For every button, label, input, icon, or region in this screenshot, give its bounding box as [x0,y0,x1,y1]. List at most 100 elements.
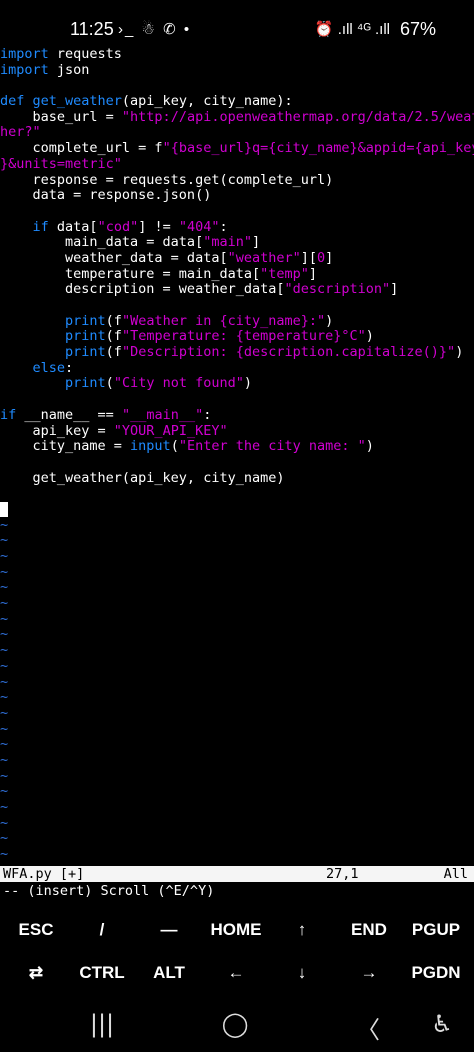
code-line[interactable]: main_data = data["main"] [0,235,474,251]
empty-line-tilde: ~ [0,549,9,564]
key-1[interactable]: CTRL [69,951,135,995]
code-line[interactable]: print("City not found") [0,376,474,392]
empty-line-tilde: ~ [0,737,9,753]
code-line[interactable]: import json [0,63,474,79]
code-token: "Enter the city name: " [178,439,366,455]
code-token: (api_key, city_name): [121,94,293,110]
code-token: import [0,62,49,78]
home-icon[interactable]: ◯ [205,1010,265,1038]
code-token: ) [365,439,374,455]
code-token: ) [325,313,334,329]
code-line[interactable] [0,501,474,518]
empty-line-tilde: ~ [0,752,9,768]
code-line[interactable]: complete_url = f"{base_url}q={city_name}… [0,141,474,157]
key-5[interactable]: END [336,908,402,952]
code-token: ] [390,282,399,298]
empty-line-tilde: ~ [0,517,9,533]
code-token: "__main__" [121,407,204,423]
code-token: her?" [0,125,41,141]
code-token: if [32,219,49,235]
empty-line-tilde: ~ [0,800,9,815]
code-line[interactable]: response = requests.get(complete_url) [0,173,474,189]
code-line[interactable]: def get_weather(api_key, city_name): [0,94,474,110]
code-line[interactable]: print(f"Description: {description.capita… [0,345,474,361]
code-line[interactable]: if data["cod"] != "404": [0,220,474,236]
extra-keys-row-2: ⇄ CTRL ALT ← ↓ → PGDN [0,951,474,995]
code-token: : [203,407,212,423]
key-4[interactable]: ↓ [269,951,335,995]
key-5[interactable]: → [336,951,402,995]
code-line[interactable]: data = response.json() [0,188,474,204]
key-0[interactable]: ESC [3,908,69,952]
key-0[interactable]: ⇄ [3,951,69,995]
code-line[interactable]: get_weather(api_key, city_name) [0,471,474,487]
key-2[interactable]: ALT [136,951,202,995]
empty-line-tilde: ~ [0,768,9,784]
code-token: "Temperature: {temperature}°C" [121,329,366,345]
code-token: "http://api.openweathermap.org/data/2.5/… [121,109,474,125]
empty-line-tilde: ~ [0,658,9,674]
code-line[interactable]: else: [0,361,474,377]
file-name: WFA.py [+] [3,866,85,882]
code-line[interactable] [0,486,474,502]
code-token: "404" [178,219,220,235]
key-4[interactable]: ↑ [269,908,335,952]
code-line[interactable]: base_url = "http://api.openweathermap.or… [0,110,474,126]
code-token: (f [105,345,122,361]
code-line[interactable]: print(f"Weather in {city_name}:") [0,314,474,330]
code-token: "YOUR_API_KEY" [113,423,228,439]
code-line[interactable]: city_name = input("Enter the city name: … [0,439,474,455]
code-token: "Description: {description.capitalize()}… [121,345,456,361]
status-bar: 11:25 ›_ ☃ ✆ • ⏰ .ıll ⁴ᴳ .ıll 67% [0,0,474,44]
code-token: : [65,360,74,376]
clock: 11:25 [70,19,114,39]
code-token: "cod" [97,219,139,235]
code-token: base_url = [0,109,122,125]
code-token: get_weather(api_key, city_name) [0,470,285,486]
code-line[interactable] [0,392,474,408]
empty-line-tilde: ~ [0,815,9,831]
recents-icon[interactable]: ||| [72,1010,132,1038]
empty-line-tilde: ~ [0,721,9,737]
code-line[interactable]: api_key = "YOUR_API_KEY" [0,424,474,440]
key-6[interactable]: PGDN [403,951,469,995]
code-editor[interactable]: import requests import json def get_weathe… [0,47,474,878]
back-icon[interactable]: 〈 [338,1010,398,1045]
empty-line-tilde: ~ [0,847,9,863]
code-token: if [0,407,17,423]
code-line[interactable] [0,78,474,94]
key-2[interactable]: — [136,908,202,952]
key-3[interactable]: ← [203,951,269,995]
code-line[interactable] [0,455,474,471]
key-1[interactable]: / [69,908,135,952]
code-line[interactable]: weather_data = data["weather"][0] [0,251,474,267]
code-token: ) [455,345,464,361]
cursor-position: 27,1 [326,866,359,882]
code-line[interactable]: temperature = main_data["temp"] [0,267,474,283]
code-line[interactable]: if __name__ == "__main__": [0,408,474,424]
code-line[interactable] [0,298,474,314]
code-token: "{base_url}q={city_name}&appid={api_key [162,141,474,157]
code-token: input [130,439,171,455]
code-line[interactable] [0,204,474,220]
battery-level: 67% [399,19,436,39]
code-line[interactable]: her?" [0,125,474,141]
code-line[interactable]: }&units=metric" [0,157,474,173]
code-token: temperature = main_data[ [0,266,261,282]
key-3[interactable]: HOME [203,908,269,952]
accessibility-icon[interactable]: ♿ [412,1010,472,1038]
code-line[interactable]: description = weather_data["description"… [0,282,474,298]
code-line[interactable]: print(f"Temperature: {temperature}°C") [0,329,474,345]
empty-line-tilde: ~ [0,784,9,800]
key-6[interactable]: PGUP [403,908,469,952]
code-token: 0 [317,250,326,266]
code-token: : [219,219,228,235]
empty-line-tilde: ~ [0,564,9,580]
code-line[interactable]: import requests [0,47,474,63]
code-token: ( [170,439,179,455]
code-token: print [65,313,106,329]
